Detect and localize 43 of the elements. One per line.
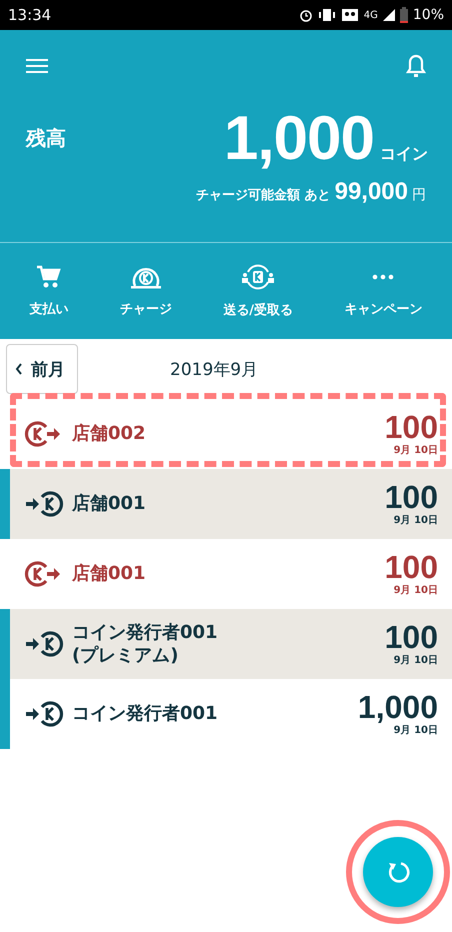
coin-incoming-icon — [24, 629, 64, 659]
transaction-date: 9月 10日 — [394, 654, 438, 667]
cart-icon — [36, 264, 62, 290]
transaction-name: コイン発行者001 (プレミアム) — [72, 620, 219, 668]
transaction-amount: 100 — [384, 621, 438, 653]
current-month: 2019年9月 — [170, 358, 258, 380]
battery-icon — [400, 7, 408, 23]
coin-incoming-icon — [24, 489, 64, 519]
vibrate-icon — [318, 8, 336, 22]
previous-month-button[interactable]: 前月 — [6, 344, 78, 394]
signal-icon — [382, 9, 395, 21]
voicemail-icon — [340, 8, 359, 22]
transaction-name: 店舗001 — [72, 492, 147, 516]
battery-level: 10% — [412, 7, 444, 23]
transaction-amount: 100 — [384, 551, 438, 583]
more-icon — [372, 274, 394, 280]
bell-icon[interactable] — [406, 54, 426, 78]
menu-icon[interactable] — [26, 58, 48, 74]
balance-label: 残高 — [26, 124, 66, 152]
charge-limit-label: チャージ可能金額 あと — [196, 186, 331, 204]
alarm-icon — [298, 8, 313, 22]
transaction-row[interactable]: コイン発行者001 (プレミアム) 100 9月 10日 — [0, 609, 452, 679]
transaction-amount: 100 — [384, 411, 438, 443]
network-type: 4G — [364, 10, 378, 20]
transaction-date: 9月 10日 — [394, 584, 438, 597]
transaction-name: コイン発行者001 — [72, 702, 219, 726]
transaction-date: 9月 10日 — [394, 514, 438, 527]
yen-unit: 円 — [412, 186, 426, 204]
transaction-amount: 1,000 — [358, 691, 438, 723]
transaction-date: 9月 10日 — [394, 724, 438, 737]
transaction-row[interactable]: 店舗001 100 9月 10日 — [0, 469, 452, 539]
transaction-name: 店舗001 — [72, 562, 147, 586]
coin-incoming-icon — [24, 699, 64, 729]
charge-limit-amount: 99,000 — [334, 178, 408, 206]
transaction-name: 店舗002 — [72, 422, 147, 446]
transaction-date: 9月 10日 — [394, 444, 438, 457]
transaction-amount: 100 — [384, 481, 438, 513]
coin-exchange-icon — [240, 263, 276, 291]
chevron-left-icon — [15, 363, 23, 375]
balance-amount: 1,000 — [224, 102, 374, 174]
refresh-button[interactable] — [363, 837, 433, 907]
coin-unit: コイン — [380, 144, 428, 164]
clock-time: 13:34 — [8, 6, 52, 24]
